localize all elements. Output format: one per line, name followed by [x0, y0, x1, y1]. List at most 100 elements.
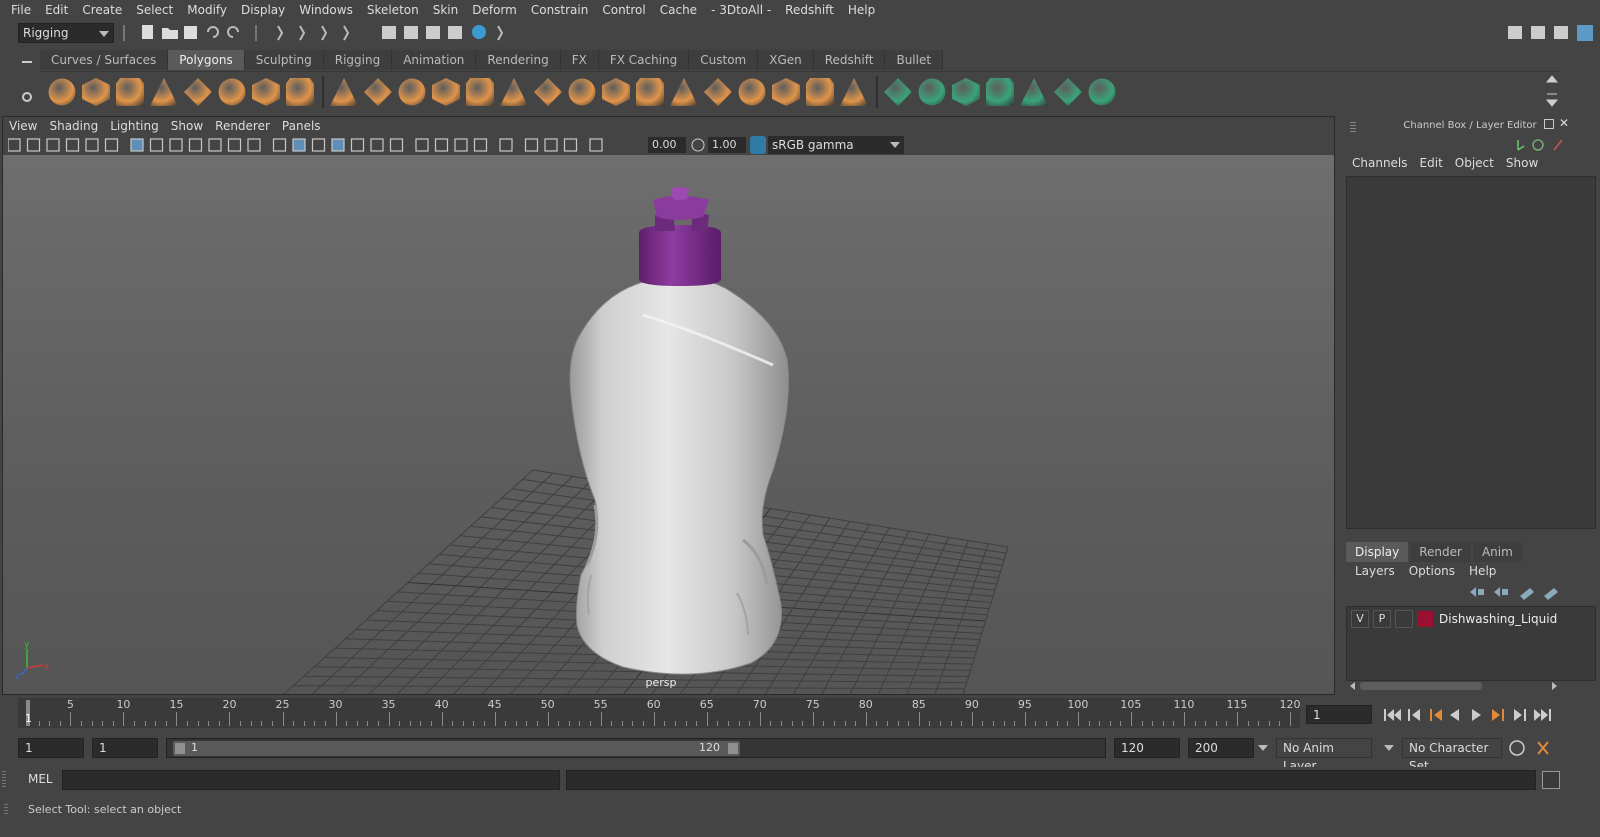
drag-handle-icon[interactable] [2, 771, 6, 787]
polygon-soup-icon[interactable] [806, 78, 834, 106]
menu-create[interactable]: Create [75, 3, 129, 17]
step-forward-key-icon[interactable] [1514, 709, 1526, 721]
shelf-tab-animation[interactable]: Animation [392, 50, 477, 70]
auto-key-icon[interactable] [1509, 740, 1525, 756]
cylinder-icon[interactable] [116, 78, 144, 106]
range-slider[interactable]: 1 120 [166, 738, 1106, 758]
layer-menu-help[interactable]: Help [1462, 564, 1503, 578]
shelf-tab-curves-surfaces[interactable]: Curves / Surfaces [40, 50, 169, 70]
range-end-grip[interactable] [728, 743, 738, 754]
step-back-frame-icon[interactable] [1430, 709, 1442, 721]
field-chart-icon[interactable] [208, 138, 222, 152]
snap-icon[interactable] [343, 25, 350, 41]
undo-icon[interactable] [207, 26, 219, 38]
channel-box-menu-object[interactable]: Object [1449, 156, 1500, 170]
select-object-icon[interactable] [299, 25, 306, 41]
move-layer-up-icon[interactable] [1470, 587, 1484, 597]
play-forward-icon[interactable] [1472, 709, 1481, 721]
xray-icon[interactable] [350, 138, 365, 152]
layout-uvs-icon[interactable] [986, 78, 1014, 106]
uv-snapshot-icon[interactable] [1088, 78, 1116, 106]
smooth-shade-icon[interactable] [292, 138, 306, 152]
shelf-scroll[interactable] [1544, 72, 1560, 110]
crease-icon[interactable] [772, 78, 800, 106]
layer-menu-layers[interactable]: Layers [1348, 564, 1402, 578]
layer-color-swatch[interactable] [1417, 611, 1433, 627]
shelf-tab-custom[interactable]: Custom [689, 50, 759, 70]
step-back-key-icon[interactable] [1408, 709, 1420, 721]
command-language-label[interactable]: MEL [28, 772, 53, 786]
layer-display-type-toggle[interactable] [1395, 610, 1413, 628]
menu-skin[interactable]: Skin [426, 3, 466, 17]
scene-start-field[interactable]: 1 [18, 738, 84, 758]
save-scene-icon[interactable] [184, 26, 197, 39]
shelf-menu-icon[interactable] [22, 61, 32, 63]
more-tools-icon[interactable] [497, 25, 504, 41]
range-start-grip[interactable] [175, 743, 185, 754]
redo-icon[interactable] [227, 26, 239, 38]
current-frame-field[interactable]: 1 [1306, 705, 1372, 724]
exposure-icon[interactable] [589, 138, 603, 152]
bridge-icon[interactable] [534, 78, 562, 106]
shelf-tab-fx[interactable]: FX [560, 50, 599, 70]
channel-box-menu-edit[interactable]: Edit [1414, 156, 1449, 170]
multi-cut-icon[interactable] [636, 78, 664, 106]
extrude-icon[interactable] [568, 78, 596, 106]
gear-icon[interactable] [22, 92, 32, 102]
film-gate-icon[interactable] [149, 138, 164, 152]
grid-icon[interactable] [130, 138, 144, 152]
uv-editor-icon[interactable] [884, 78, 912, 106]
gamma-icon[interactable] [691, 138, 705, 152]
menu-constrain[interactable]: Constrain [524, 3, 596, 17]
workspace-icon[interactable] [1508, 26, 1522, 39]
grease-pencil-icon[interactable] [104, 138, 119, 152]
extract-icon[interactable] [398, 78, 426, 106]
channel-box-menu-channels[interactable]: Channels [1346, 156, 1414, 170]
exposure-field[interactable]: 0.00 [648, 137, 686, 153]
select-hierarchy-icon[interactable] [277, 25, 284, 41]
manipulator-icon[interactable] [1517, 140, 1525, 151]
torus-icon[interactable] [218, 78, 246, 106]
gamma-field[interactable]: 1.00 [708, 137, 746, 153]
backface-icon[interactable] [563, 138, 578, 152]
cube-icon[interactable] [82, 78, 110, 106]
isolate-select-icon[interactable] [499, 138, 513, 152]
menu-redshift[interactable]: Redshift [778, 3, 841, 17]
anti-aliasing-icon[interactable] [454, 138, 468, 152]
viewport-menu-renderer[interactable]: Renderer [209, 117, 276, 135]
viewport-menu-lighting[interactable]: Lighting [104, 117, 165, 135]
menu-modify[interactable]: Modify [180, 3, 234, 17]
separate-icon[interactable] [364, 78, 392, 106]
layer-tab-display[interactable]: Display [1346, 542, 1409, 562]
menu-select[interactable]: Select [129, 3, 180, 17]
close-icon[interactable]: ✕ [1559, 116, 1569, 130]
layer-menu-options[interactable]: Options [1402, 564, 1462, 578]
append-icon[interactable] [704, 78, 732, 106]
go-to-start-icon[interactable] [1384, 709, 1401, 721]
speed-icon[interactable] [1532, 139, 1544, 151]
image-plane-icon[interactable] [65, 138, 80, 152]
layer-list-scrollbar[interactable] [1348, 681, 1570, 691]
safe-title-icon[interactable] [247, 138, 261, 152]
command-input[interactable] [62, 770, 560, 790]
character-set-select[interactable]: No Character Set [1402, 738, 1502, 773]
shelf-tab-bullet[interactable]: Bullet [885, 50, 944, 70]
menu-help[interactable]: Help [841, 3, 882, 17]
menu-file[interactable]: File [4, 3, 38, 17]
float-panel-icon[interactable] [1544, 119, 1554, 129]
go-to-end-icon[interactable] [1534, 709, 1551, 721]
hypershade-icon[interactable] [472, 25, 486, 39]
combine-icon[interactable] [330, 78, 358, 106]
open-scene-icon[interactable] [162, 28, 178, 39]
time-slider[interactable]: 5 10 15 20 25 30 35 40 45 50 55 60 65 70 75 80 85 90 95 100… [18, 698, 1301, 728]
color-management-icon[interactable] [750, 136, 766, 154]
layer-visibility-toggle[interactable]: V [1351, 610, 1369, 628]
shelf-tab-xgen[interactable]: XGen [758, 50, 814, 70]
plane-icon[interactable] [184, 78, 212, 106]
animation-prefs-icon[interactable] [1537, 741, 1549, 755]
menu-skeleton[interactable]: Skeleton [360, 3, 426, 17]
shelf-tab-rigging[interactable]: Rigging [323, 50, 393, 70]
render-settings-icon[interactable] [448, 26, 462, 39]
range-slider-handle[interactable]: 1 120 [173, 741, 740, 756]
insert-edge-loop-icon[interactable] [840, 78, 868, 106]
